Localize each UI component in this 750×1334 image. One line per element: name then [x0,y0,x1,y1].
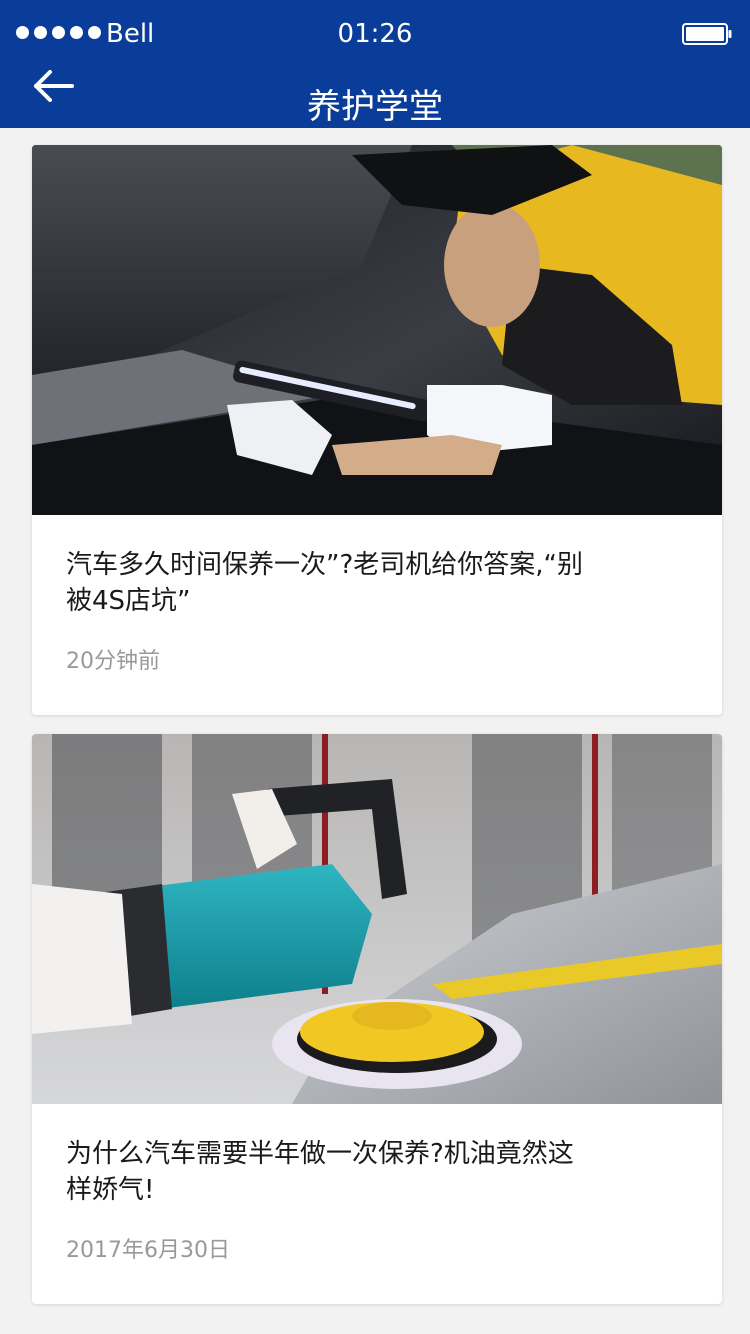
article-card[interactable]: 为什么汽车需要半年做一次保养?机油竟然这样娇气! 2017年6月30日 [32,734,722,1304]
status-time: 01:26 [337,19,413,49]
article-card[interactable]: 汽车多久时间保养一次”?老司机给你答案,“别被4S店坑” 20分钟前 [32,145,722,715]
status-bar: Bell 01:26 [0,0,750,64]
article-image [32,734,722,1104]
app-header: Bell 01:26 养护学堂 [0,0,750,128]
article-title: 汽车多久时间保养一次”?老司机给你答案,“别被4S店坑” [66,550,584,616]
article-time: 2017年6月30日 [66,1238,230,1263]
article-image [32,145,722,515]
page-title: 养护学堂 [307,86,443,127]
article-time: 20分钟前 [66,649,160,674]
battery-icon [682,23,732,45]
nav-bar: 养护学堂 [0,64,750,128]
article-title: 为什么汽车需要半年做一次保养?机油竟然这样娇气! [66,1139,574,1205]
